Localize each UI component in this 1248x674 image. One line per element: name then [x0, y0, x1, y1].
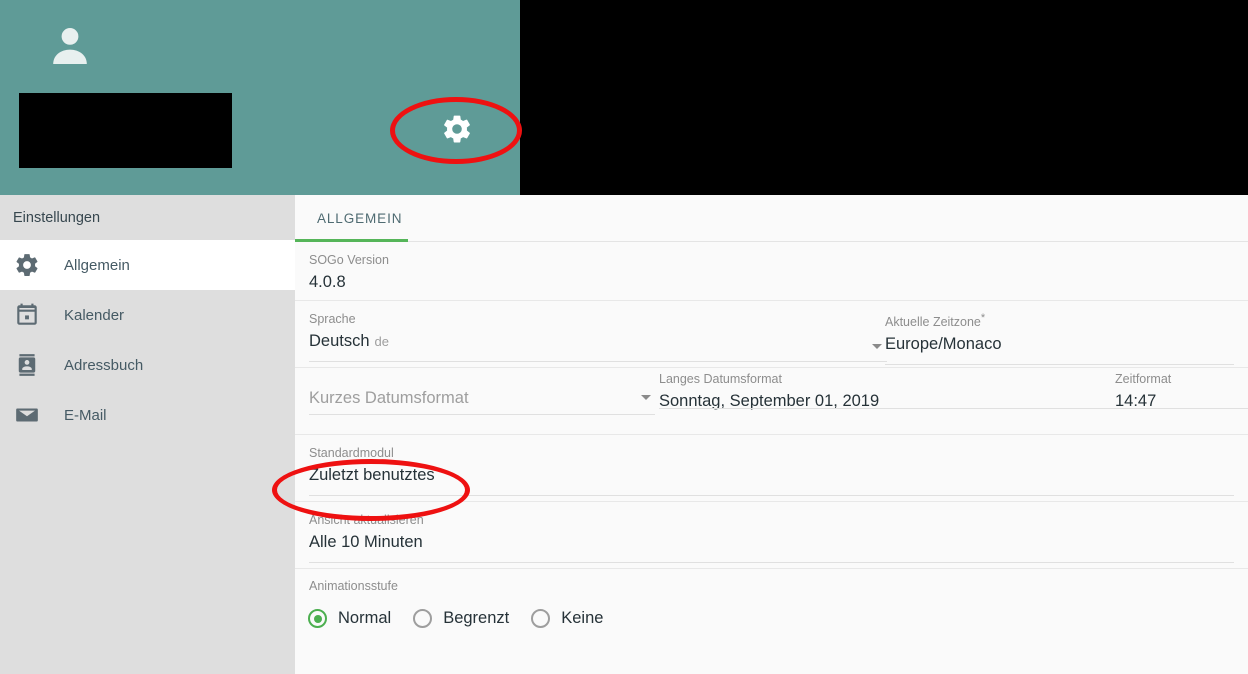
field-underline: [309, 495, 1234, 496]
sidebar-item-allgemein[interactable]: Allgemein: [0, 240, 295, 290]
row-refresh-view: Ansicht aktualisieren Alle 10 Minuten: [295, 502, 1248, 569]
sidebar-item-kalender[interactable]: Kalender: [0, 290, 295, 340]
field-underline: [309, 414, 655, 415]
field-label: Aktuelle Zeitzone*: [885, 312, 1002, 329]
language-value-code: de: [374, 334, 389, 349]
settings-sidebar: Einstellungen Allgemein Kalender Adressb…: [0, 195, 295, 674]
field-short-date-format[interactable]: Kurzes Datumsformat: [309, 383, 655, 415]
general-settings-form: SOGo Version 4.0.8 Sprache Deutsch de Akt…: [295, 242, 1248, 654]
field-value: 4.0.8: [309, 273, 346, 291]
field-refresh-view[interactable]: Ansicht aktualisieren Alle 10 Minuten: [309, 513, 1234, 563]
field-label: Langes Datumsformat: [659, 372, 782, 386]
field-label: SOGo Version: [309, 253, 389, 267]
field-value: Alle 10 Minuten: [309, 533, 423, 551]
person-icon[interactable]: [46, 22, 94, 70]
animation-level-radio-group: Normal Begrenzt Keine: [308, 609, 625, 628]
sidebar-item-label: Kalender: [64, 306, 125, 324]
chevron-down-icon[interactable]: [872, 344, 882, 349]
field-time-format[interactable]: Zeitformat 14:47: [1115, 372, 1248, 411]
chevron-down-icon[interactable]: [641, 395, 651, 400]
sogo-settings-window: Einstellungen Allgemein Kalender Adressb…: [0, 0, 1248, 674]
sidebar-item-label: Allgemein: [64, 256, 130, 274]
field-label: Zeitformat: [1115, 372, 1172, 386]
sidebar-item-label: E-Mail: [64, 406, 107, 424]
radio-animation-none[interactable]: Keine: [531, 609, 603, 628]
redacted-block: [19, 93, 232, 168]
radio-animation-normal[interactable]: Normal: [308, 609, 391, 628]
field-default-module[interactable]: Standardmodul Zuletzt benutztes: [309, 446, 1234, 496]
radio-button-icon: [531, 609, 551, 628]
sidebar-item-adressbuch[interactable]: Adressbuch: [0, 340, 295, 390]
field-underline: [309, 562, 1234, 563]
radio-label: Begrenzt: [443, 609, 510, 627]
field-animation-level-label: Animationsstufe: [309, 579, 398, 593]
sidebar-item-email[interactable]: E-Mail: [0, 390, 295, 440]
field-underline: [1115, 408, 1248, 409]
app-banner: [0, 0, 520, 195]
gear-icon[interactable]: [441, 113, 473, 145]
field-label: Ansicht aktualisieren: [309, 513, 424, 527]
field-label: Sprache: [309, 312, 356, 326]
calendar-icon: [17, 303, 37, 325]
radio-button-icon: [308, 609, 327, 628]
row-default-module: Standardmodul Zuletzt benutztes: [295, 435, 1248, 502]
row-sogo-version: SOGo Version 4.0.8: [295, 242, 1248, 301]
radio-label: Normal: [338, 609, 392, 627]
settings-main-panel: ALLGEMEIN SOGo Version 4.0.8 Sprache Deu…: [295, 195, 1248, 674]
radio-animation-limited[interactable]: Begrenzt: [413, 609, 509, 628]
row-language-timezone: Sprache Deutsch de Aktuelle Zeitzone* Eur…: [295, 301, 1248, 368]
field-label: Standardmodul: [309, 446, 394, 460]
tab-bar: ALLGEMEIN: [295, 195, 1248, 242]
row-date-time-format: Kurzes Datumsformat Langes Datumsformat …: [295, 368, 1248, 435]
field-underline: [309, 361, 887, 362]
field-long-date-format[interactable]: Langes Datumsformat Sonntag, September 0…: [659, 372, 1248, 411]
contact-card-icon: [18, 354, 36, 376]
field-value: Deutsch de: [309, 332, 873, 351]
field-value: Europe/Monaco: [885, 335, 1002, 354]
gear-icon: [16, 254, 38, 276]
required-marker: *: [980, 312, 986, 324]
radio-button-icon: [413, 609, 433, 628]
radio-label: Keine: [561, 609, 604, 627]
field-underline: [885, 364, 1234, 366]
sidebar-header-title: Einstellungen: [13, 209, 101, 226]
field-placeholder: Kurzes Datumsformat: [309, 389, 469, 407]
language-value-text: Deutsch: [309, 332, 370, 350]
redacted-banner-right: [520, 0, 1248, 195]
row-animation-level: Animationsstufe Normal Begrenzt Keine: [295, 569, 1248, 654]
tab-label: ALLGEMEIN: [317, 211, 403, 226]
field-label: Animationsstufe: [309, 579, 398, 593]
timezone-label-text: Aktuelle Zeitzone: [885, 315, 981, 330]
envelope-icon: [16, 408, 38, 422]
sidebar-item-label: Adressbuch: [64, 356, 144, 374]
field-sogo-version: SOGo Version 4.0.8: [309, 253, 389, 292]
field-language[interactable]: Sprache Deutsch de: [309, 312, 887, 362]
tab-allgemein[interactable]: ALLGEMEIN: [295, 195, 424, 242]
field-value: Zuletzt benutztes: [309, 466, 435, 484]
field-timezone[interactable]: Aktuelle Zeitzone* Europe/Monaco: [885, 312, 1234, 366]
sidebar-header: Einstellungen: [0, 195, 295, 240]
